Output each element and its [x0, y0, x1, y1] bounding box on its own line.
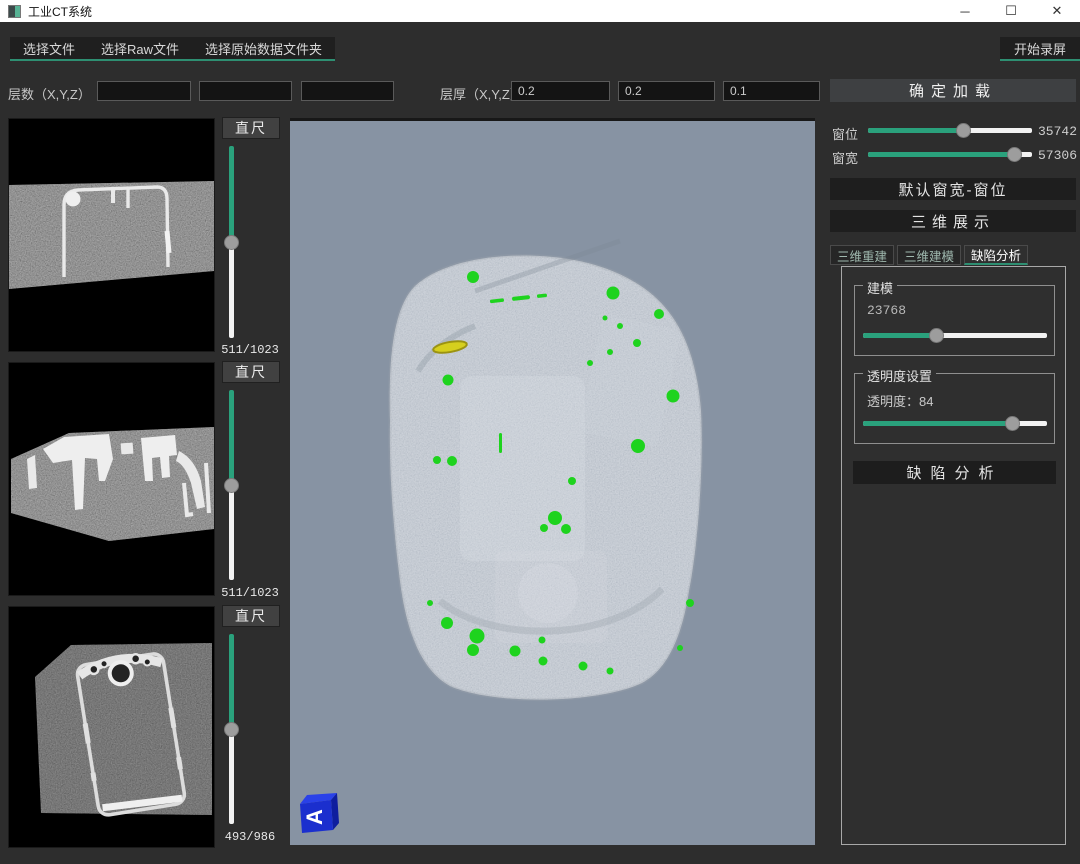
- layers-y-input[interactable]: [199, 81, 292, 101]
- window-level-slider[interactable]: [868, 123, 1032, 138]
- start-record-button[interactable]: 开始录屏: [1000, 37, 1080, 61]
- slice-view-bottom[interactable]: [8, 606, 215, 848]
- tab-3d-reconstruction[interactable]: 三维重建: [830, 245, 894, 265]
- tab-defect-analysis[interactable]: 缺陷分析: [964, 245, 1028, 265]
- ruler-button-middle[interactable]: 直尺: [222, 361, 280, 383]
- slice-view-top[interactable]: [8, 118, 215, 352]
- thickness-x-input[interactable]: 0.2: [511, 81, 610, 101]
- window-width-label: 窗宽: [832, 148, 858, 167]
- orientation-label: A: [302, 809, 327, 825]
- ct-volume-render: [290, 121, 815, 845]
- file-toolbar: 选择文件 选择Raw文件 选择原始数据文件夹: [10, 37, 335, 61]
- thickness-z-input[interactable]: 0.1: [723, 81, 820, 101]
- slice-slider-top[interactable]: [228, 146, 235, 338]
- opacity-group: 透明度设置 透明度：84: [854, 373, 1055, 444]
- modeling-value: 23768: [867, 303, 906, 318]
- opacity-slider[interactable]: [863, 416, 1047, 431]
- confirm-load-button[interactable]: 确定加载: [830, 79, 1076, 102]
- maximize-button[interactable]: ☐: [988, 0, 1034, 22]
- opacity-group-title: 透明度设置: [863, 366, 936, 385]
- slice-view-middle[interactable]: [8, 362, 215, 596]
- slice-slider-top-thumb[interactable]: [224, 235, 239, 250]
- select-file-button[interactable]: 选择文件: [10, 37, 88, 59]
- slice-slider-middle[interactable]: [228, 390, 235, 580]
- layers-x-input[interactable]: [97, 81, 191, 101]
- modeling-group: 建模 23768: [854, 285, 1055, 356]
- title-bar: 工业CT系统 ─ ☐ ✕: [0, 0, 1080, 22]
- modeling-slider[interactable]: [863, 328, 1047, 343]
- modeling-slider-thumb[interactable]: [929, 328, 944, 343]
- slice-slider-bottom[interactable]: [228, 634, 235, 824]
- window-level-value: 35742: [1038, 124, 1077, 139]
- viewer-3d[interactable]: A: [290, 118, 815, 845]
- window-level-thumb[interactable]: [956, 123, 971, 138]
- slice-slider-bottom-thumb[interactable]: [224, 722, 239, 737]
- window-title: 工业CT系统: [28, 3, 92, 20]
- close-button[interactable]: ✕: [1034, 0, 1080, 22]
- default-ww-wl-button[interactable]: 默认窗宽-窗位: [830, 178, 1076, 200]
- ruler-button-top[interactable]: 直尺: [222, 117, 280, 139]
- tab-3d-modeling[interactable]: 三维建模: [897, 245, 961, 265]
- window-width-value: 57306: [1038, 148, 1077, 163]
- window-controls: ─ ☐ ✕: [942, 0, 1080, 22]
- select-raw-file-button[interactable]: 选择Raw文件: [88, 37, 192, 59]
- ruler-button-bottom[interactable]: 直尺: [222, 605, 280, 627]
- minimize-button[interactable]: ─: [942, 0, 988, 22]
- display-3d-button[interactable]: 三维展示: [830, 210, 1076, 232]
- layers-label: 层数（X,Y,Z）: [8, 84, 91, 103]
- opacity-value-text: 透明度：84: [867, 391, 933, 410]
- layers-z-input[interactable]: [301, 81, 394, 101]
- defect-analysis-panel: 建模 23768 透明度设置 透明度：84 缺陷分析: [841, 266, 1066, 845]
- defect-analyze-button[interactable]: 缺陷分析: [853, 461, 1056, 484]
- orientation-cube[interactable]: A: [296, 791, 340, 835]
- analysis-tabs: 三维重建 三维建模 缺陷分析: [830, 245, 1028, 265]
- slice-position-middle: 511/1023: [214, 586, 286, 600]
- window-level-label: 窗位: [832, 124, 858, 143]
- slice-position-top: 511/1023: [214, 343, 286, 357]
- app-icon: [8, 5, 21, 18]
- window-width-thumb[interactable]: [1007, 147, 1022, 162]
- thickness-y-input[interactable]: 0.2: [618, 81, 715, 101]
- select-raw-data-folder-button[interactable]: 选择原始数据文件夹: [192, 37, 335, 59]
- slice-slider-middle-thumb[interactable]: [224, 478, 239, 493]
- opacity-slider-thumb[interactable]: [1005, 416, 1020, 431]
- modeling-group-title: 建模: [863, 278, 897, 297]
- window-width-slider[interactable]: [868, 147, 1032, 162]
- slice-position-bottom: 493/986: [214, 830, 286, 844]
